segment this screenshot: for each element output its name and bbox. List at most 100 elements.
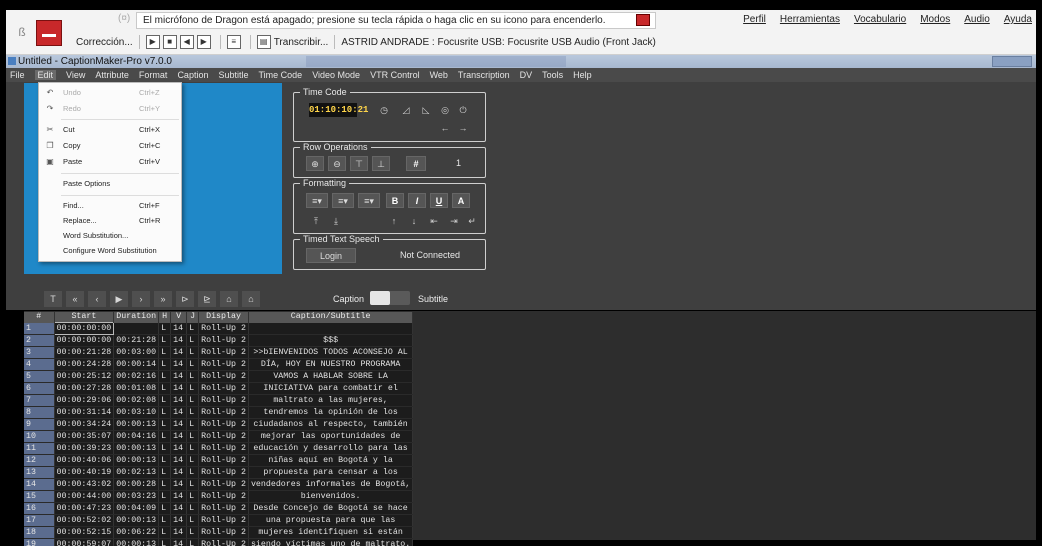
split-row-icon[interactable]: ⊤ [350,156,368,171]
step-back-icon[interactable]: ‹ [88,291,106,307]
row-duration[interactable]: 00:01:08 [113,382,160,395]
goto-row-button[interactable]: # [406,156,426,171]
menu-attribute[interactable]: Attribute [95,70,129,80]
col-j[interactable]: J [186,312,200,323]
bold-button[interactable]: B [386,193,404,208]
row-caption[interactable]: INICIATIVA para combatir el [248,382,414,395]
align-right-icon[interactable]: ≡▾ [358,193,380,208]
row-number[interactable]: 14 [24,478,55,491]
menu-word-substitution[interactable]: Word Substitution... [39,229,181,243]
row-j[interactable]: L [186,466,200,479]
row-display[interactable]: Roll-Up 2 [198,442,249,455]
row-display[interactable]: Roll-Up 2 [198,466,249,479]
row-h[interactable]: L [158,454,172,467]
mark-out-icon[interactable]: ◺ [420,104,432,116]
row-start[interactable]: 00:00:25:12 [54,370,115,383]
menu-configure-word-substitution[interactable]: Configure Word Substitution [39,244,181,258]
italic-button[interactable]: I [408,193,426,208]
row-caption[interactable]: maltrato a las mujeres, [248,394,414,407]
table-row[interactable]: 12 00:00:40:06 00:00:13 L 14 L Roll-Up 2 niñas … [24,454,414,467]
row-display[interactable]: Roll-Up 2 [198,382,249,395]
row-number[interactable]: 11 [24,442,55,455]
row-j[interactable]: L [186,490,200,503]
row-number[interactable]: 19 [24,538,55,546]
menu-ayuda[interactable]: Ayuda [1004,14,1032,25]
col-v[interactable]: V [170,312,188,323]
train-icon[interactable]: ≡ [226,35,241,49]
menu-redo[interactable]: ↷ Redo Ctrl+Y [39,102,181,116]
rewind-fast-icon[interactable]: « [66,291,84,307]
unlock-icon[interactable]: ⌂ [242,291,260,307]
row-number[interactable]: 18 [24,526,55,539]
sync-icon[interactable]: ◎ [439,104,451,116]
menu-audio[interactable]: Audio [964,14,990,25]
row-j[interactable]: L [186,538,200,546]
row-h[interactable]: L [158,382,172,395]
row-start[interactable]: 00:00:21:28 [54,346,115,359]
row-number[interactable]: 10 [24,430,55,443]
row-h[interactable]: L [158,442,172,455]
col-h[interactable]: H [158,312,172,323]
table-row[interactable]: 6 00:00:27:28 00:01:08 L 14 L Roll-Up 2 INICIAT… [24,382,414,395]
timecode-display[interactable]: 01:10:10:21 [309,103,368,117]
row-duration[interactable]: 00:04:09 [113,502,160,515]
table-row[interactable]: 14 00:00:43:02 00:00:28 L 14 L Roll-Up 2 vended… [24,478,414,491]
move-up-icon[interactable]: ↑ [388,215,400,227]
row-h[interactable]: L [158,370,172,383]
play-icon[interactable]: ▶ [145,35,160,49]
row-number[interactable]: 13 [24,466,55,479]
move-bottom-icon[interactable]: ⤓ [330,215,342,227]
row-v[interactable]: 14 [170,454,188,467]
row-v[interactable]: 14 [170,514,188,527]
col-start[interactable]: Start [54,312,115,323]
row-v[interactable]: 14 [170,538,188,546]
row-h[interactable]: L [158,502,172,515]
play-caption-icon[interactable]: ⊳ [176,291,194,307]
row-duration[interactable]: 00:00:14 [113,358,160,371]
row-v[interactable]: 14 [170,430,188,443]
return-icon[interactable]: ↵ [466,215,478,227]
row-start[interactable]: 00:00:44:00 [54,490,115,503]
row-duration[interactable]: 00:00:13 [113,454,160,467]
table-row[interactable]: 18 00:00:52:15 00:06:22 L 14 L Roll-Up 2 mujere… [24,526,414,539]
row-number[interactable]: 12 [24,454,55,467]
row-duration[interactable]: 00:03:10 [113,406,160,419]
mark-in-icon[interactable]: ◿ [400,104,412,116]
arrow-left-icon[interactable]: ← [439,122,451,134]
row-duration[interactable]: 00:02:16 [113,370,160,383]
row-number[interactable]: 6 [24,382,55,395]
row-caption[interactable]: propuesta para censar a los [248,466,414,479]
col-duration[interactable]: Duration [113,312,160,323]
insert-row-icon[interactable]: ⊕ [306,156,324,171]
row-caption[interactable] [248,322,414,335]
table-row[interactable]: 15 00:00:44:00 00:03:23 L 14 L Roll-Up 2 bienve… [24,490,414,503]
rewind-icon[interactable]: ◀ [179,35,194,49]
row-display[interactable]: Roll-Up 2 [198,478,249,491]
row-start[interactable]: 00:00:29:06 [54,394,115,407]
row-number[interactable]: 2 [24,334,55,347]
row-h[interactable]: L [158,514,172,527]
transcribe-button[interactable]: Transcribir... [274,37,329,48]
row-start[interactable]: 00:00:34:24 [54,418,115,431]
table-row[interactable]: 10 00:00:35:07 00:04:16 L 14 L Roll-Up 2 mejora… [24,430,414,443]
row-display[interactable]: Roll-Up 2 [198,526,249,539]
row-display[interactable]: Roll-Up 2 [198,430,249,443]
row-start[interactable]: 00:00:52:02 [54,514,115,527]
row-number[interactable]: 1 [24,322,55,335]
move-top-icon[interactable]: ⤒ [310,215,322,227]
transcribe-icon[interactable]: ▤ [256,35,271,49]
indent-left-icon[interactable]: ⇤ [428,215,440,227]
row-caption[interactable]: siendo víctimas uno de maltrato. [248,538,414,546]
row-j[interactable]: L [186,346,200,359]
row-display[interactable]: Roll-Up 2 [198,370,249,383]
menu-caption[interactable]: Caption [177,70,208,80]
play-caption-alt-icon[interactable]: ⊵ [198,291,216,307]
row-caption[interactable]: una propuesta para que las [248,514,414,527]
row-display[interactable]: Roll-Up 2 [198,538,249,546]
row-display[interactable]: Roll-Up 2 [198,334,249,347]
menu-replace[interactable]: Replace... Ctrl+R [39,214,181,228]
table-row[interactable]: 17 00:00:52:02 00:00:13 L 14 L Roll-Up 2 una pr… [24,514,414,527]
row-duration[interactable]: 00:00:13 [113,442,160,455]
row-caption[interactable]: educación y desarrollo para las [248,442,414,455]
toggle-knob[interactable] [370,291,390,305]
